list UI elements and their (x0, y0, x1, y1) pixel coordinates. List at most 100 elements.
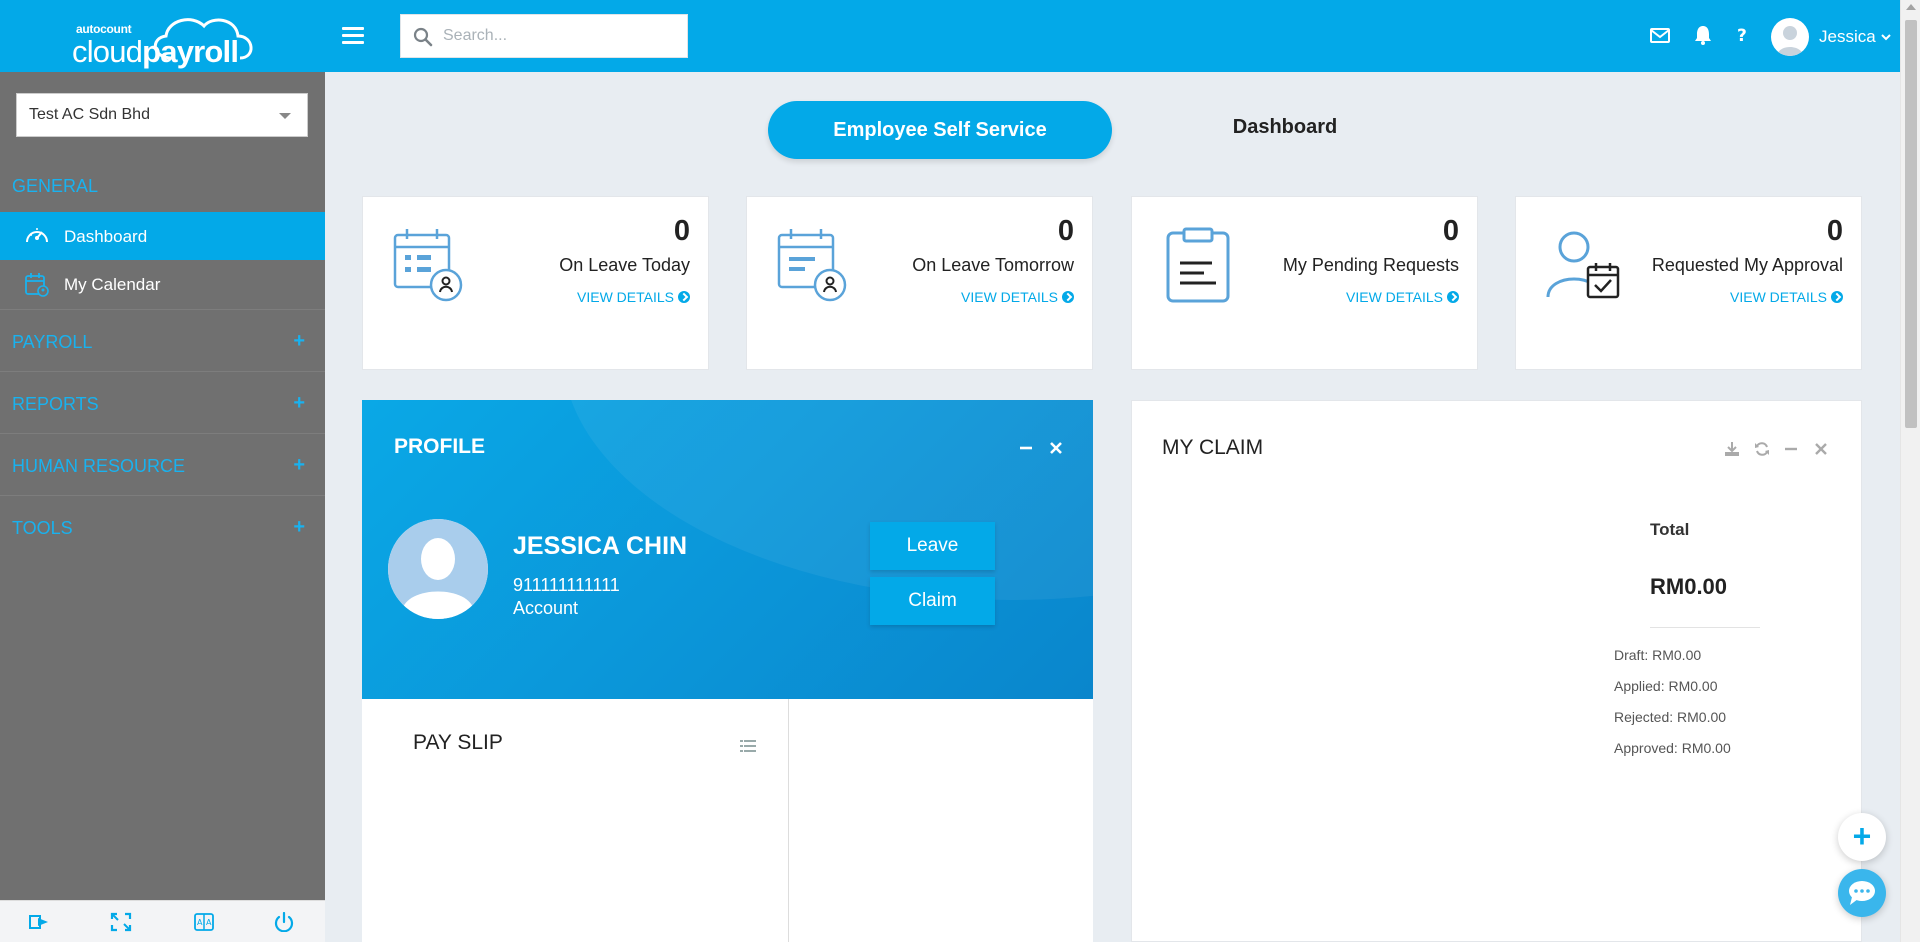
minimize-icon[interactable] (1019, 440, 1033, 454)
divider (0, 371, 325, 372)
employee-self-service-button[interactable]: Employee Self Service (768, 101, 1112, 159)
search-icon (413, 27, 433, 47)
view-details-link[interactable]: VIEW DETAILS (961, 289, 1074, 305)
section-reports[interactable]: REPORTS + (0, 384, 325, 424)
refresh-icon[interactable] (1754, 441, 1770, 457)
payslip-title: PAY SLIP (413, 731, 503, 754)
section-reports-label: REPORTS (12, 394, 99, 414)
user-check-icon (1546, 231, 1620, 299)
stat-card-on-leave-tomorrow: 0 On Leave Tomorrow VIEW DETAILS (746, 196, 1093, 370)
sidebar-item-my-calendar[interactable]: My Calendar (0, 260, 325, 308)
section-general-label: GENERAL (12, 176, 99, 196)
leave-button[interactable]: Leave (870, 522, 995, 570)
stat-count: 0 (673, 215, 690, 247)
minimize-icon[interactable] (1784, 441, 1798, 455)
company-select[interactable]: Test AC Sdn Bhd (16, 93, 308, 137)
divider (1650, 627, 1760, 628)
mail-icon[interactable] (1649, 24, 1671, 46)
svg-text:?: ? (1737, 26, 1747, 46)
download-icon[interactable] (1724, 441, 1740, 457)
section-payroll-label: PAYROLL (12, 332, 93, 352)
section-tools[interactable]: TOOLS + (0, 508, 325, 548)
section-tools-label: TOOLS (12, 518, 73, 538)
avatar (1771, 18, 1809, 56)
section-human-resource-label: HUMAN RESOURCE (12, 456, 186, 476)
search-box[interactable] (400, 14, 688, 58)
sidebar-item-dashboard[interactable]: Dashboard (0, 212, 325, 260)
user-avatar-icon (1777, 26, 1803, 56)
company-select-value: Test AC Sdn Bhd (29, 106, 150, 123)
expand-plus-icon: + (293, 392, 305, 414)
divider (788, 699, 789, 942)
divider (0, 495, 325, 496)
sidebar-footer: A A (0, 900, 325, 942)
my-claim-panel: MY CLAIM Total RM0.00 Draft: RM0.00 Appl… (1131, 400, 1862, 942)
stat-card-my-pending-requests: 0 My Pending Requests VIEW DETAILS (1131, 196, 1478, 370)
power-icon[interactable] (273, 912, 295, 932)
section-payroll[interactable]: PAYROLL + (0, 322, 325, 362)
chat-icon (1849, 881, 1875, 905)
stat-count: 0 (1442, 215, 1459, 247)
gauge-icon (26, 228, 48, 243)
menu-toggle-icon[interactable] (342, 27, 364, 45)
scroll-up-icon[interactable] (1906, 4, 1916, 10)
arrow-right-icon (1831, 291, 1843, 303)
claim-approved: Approved: RM0.00 (1614, 740, 1731, 756)
claim-total-label: Total (1650, 520, 1690, 539)
stat-count: 0 (1057, 215, 1074, 247)
claim-title: MY CLAIM (1162, 436, 1264, 459)
chat-button[interactable] (1838, 869, 1886, 917)
view-details-link[interactable]: VIEW DETAILS (577, 289, 690, 305)
close-icon[interactable] (1814, 441, 1828, 455)
calendar-person-icon (777, 229, 847, 302)
profile-name: JESSICA CHIN (513, 532, 688, 560)
stat-count: 0 (1826, 215, 1843, 247)
claim-rejected: Rejected: RM0.00 (1614, 709, 1727, 725)
profile-id: 911111111111 (513, 575, 620, 595)
logo-brand-text: cloudpayroll (72, 34, 239, 70)
sign-out-icon[interactable] (28, 912, 50, 932)
user-avatar-icon (388, 519, 488, 619)
profile-department: Account (513, 598, 579, 618)
sidebar: Test AC Sdn Bhd GENERAL Dashboard My Cal… (0, 72, 325, 942)
app-logo[interactable]: autocount cloudpayroll (72, 8, 262, 69)
user-name: Jessica (1819, 27, 1876, 46)
close-icon[interactable] (1049, 440, 1063, 454)
claim-button[interactable]: Claim (870, 577, 995, 625)
view-details-link[interactable]: VIEW DETAILS (1346, 289, 1459, 305)
tab-dashboard[interactable]: Dashboard (1180, 116, 1390, 139)
top-bar: autocount cloudpayroll ? Jessica (0, 0, 1900, 72)
caret-down-icon (279, 113, 291, 119)
scrollbar-thumb[interactable] (1905, 20, 1917, 428)
translate-icon[interactable]: A A (193, 912, 215, 932)
user-menu[interactable]: Jessica (1771, 18, 1892, 56)
avatar (388, 519, 488, 619)
view-details-link[interactable]: VIEW DETAILS (1730, 289, 1843, 305)
logo-brand-light: cloud (72, 34, 143, 69)
decorative-wave (562, 400, 1093, 600)
help-icon[interactable]: ? (1734, 24, 1752, 46)
list-icon[interactable] (740, 739, 756, 753)
view-details-label: VIEW DETAILS (1730, 289, 1827, 305)
add-button[interactable]: + (1838, 813, 1886, 861)
expand-plus-icon: + (293, 330, 305, 352)
stat-title: On Leave Tomorrow (912, 255, 1074, 275)
stat-card-requested-my-approval: 0 Requested My Approval VIEW DETAILS (1515, 196, 1862, 370)
view-details-label: VIEW DETAILS (577, 289, 674, 305)
stat-card-on-leave-today: 0 On Leave Today VIEW DETAILS (362, 196, 709, 370)
bell-icon[interactable] (1692, 24, 1714, 46)
view-details-label: VIEW DETAILS (1346, 289, 1443, 305)
chevron-down-icon (1880, 34, 1891, 41)
profile-panel: PROFILE JESSICA CHIN 911111111111 Accoun… (362, 400, 1093, 699)
divider (0, 309, 325, 310)
calendar-user-icon (25, 273, 49, 297)
section-general[interactable]: GENERAL (0, 166, 325, 206)
page-scrollbar[interactable] (1900, 0, 1920, 942)
search-input[interactable] (443, 15, 683, 57)
stat-title: On Leave Today (559, 255, 690, 275)
view-details-label: VIEW DETAILS (961, 289, 1058, 305)
profile-title: PROFILE (394, 435, 486, 458)
claim-applied: Applied: RM0.00 (1614, 678, 1718, 694)
section-human-resource[interactable]: HUMAN RESOURCE + (0, 446, 325, 486)
fullscreen-icon[interactable] (110, 912, 132, 932)
